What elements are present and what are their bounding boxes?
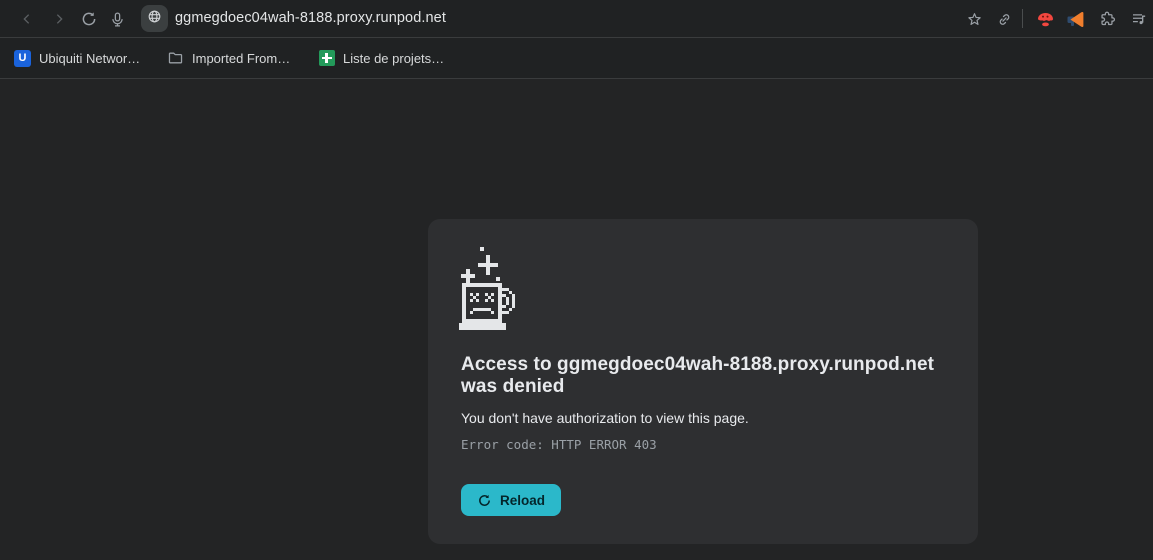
back-icon[interactable]: [17, 9, 37, 29]
error-card: Access to ggmegdoec04wah-8188.proxy.runp…: [428, 219, 978, 544]
sheets-icon: [318, 50, 335, 67]
bookmark-label: Liste de projets…: [343, 51, 444, 66]
bookmark-label: Ubiquiti Networ…: [39, 51, 140, 66]
address-bar-url[interactable]: ggmegdoec04wah-8188.proxy.runpod.net: [175, 10, 446, 26]
toolbar-separator: [1022, 9, 1023, 28]
page-content: Access to ggmegdoec04wah-8188.proxy.runp…: [0, 79, 1153, 559]
reload-icon[interactable]: [79, 9, 99, 29]
star-icon[interactable]: [964, 9, 984, 29]
mic-icon[interactable]: [107, 9, 127, 29]
forward-icon[interactable]: [49, 9, 69, 29]
error-code: Error code: HTTP ERROR 403: [461, 437, 945, 452]
reload-button-icon: [477, 493, 492, 508]
ubiquiti-icon: U: [14, 50, 31, 67]
site-info-chip[interactable]: [141, 5, 168, 32]
bookmarks-bar: U Ubiquiti Networ… Imported From… Liste …: [0, 38, 1153, 79]
reload-button-label: Reload: [500, 493, 545, 508]
bookmark-ubiquiti[interactable]: U Ubiquiti Networ…: [8, 44, 146, 72]
folder-icon: [167, 50, 184, 67]
browser-window: ggmegdoec04wah-8188.proxy.runpod.net: [0, 0, 1153, 560]
puzzle-icon[interactable]: [1097, 9, 1117, 29]
bookmark-label: Imported From…: [192, 51, 290, 66]
playlist-icon[interactable]: [1129, 9, 1149, 29]
error-message: You don't have authorization to view thi…: [461, 410, 945, 426]
browser-toolbar: ggmegdoec04wah-8188.proxy.runpod.net: [0, 0, 1153, 38]
error-heading: Access to ggmegdoec04wah-8188.proxy.runp…: [461, 354, 945, 397]
globe-icon: [146, 8, 163, 30]
extension-megaphone-icon[interactable]: [1066, 9, 1086, 29]
sad-mug-icon: [458, 245, 518, 333]
extension-red-ufo-icon[interactable]: [1035, 9, 1055, 29]
copy-link-icon[interactable]: [994, 9, 1014, 29]
bookmark-folder-imported[interactable]: Imported From…: [161, 44, 296, 72]
bookmark-liste-projets[interactable]: Liste de projets…: [312, 44, 450, 72]
reload-button[interactable]: Reload: [461, 484, 561, 516]
